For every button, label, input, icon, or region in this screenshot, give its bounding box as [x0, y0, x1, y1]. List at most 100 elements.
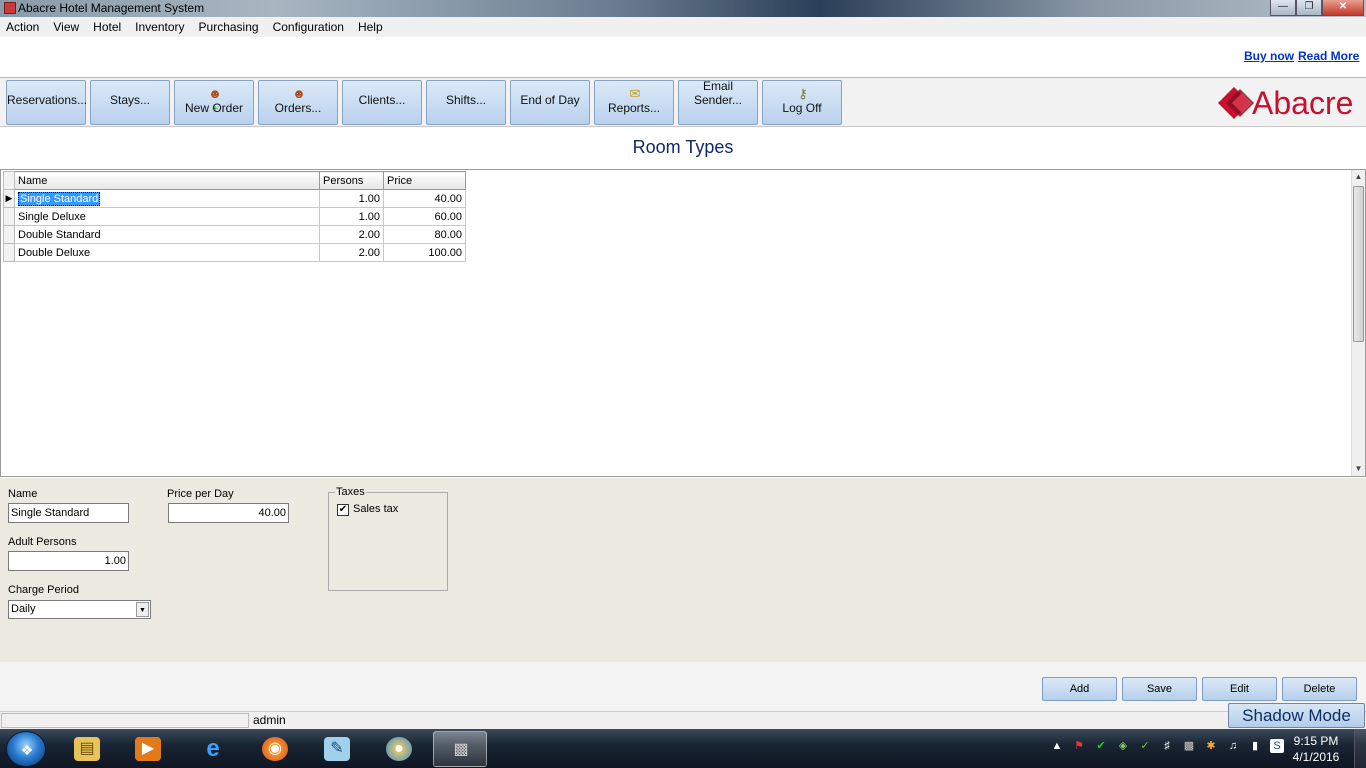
scroll-up-icon[interactable]: ▲: [1352, 170, 1365, 184]
minimize-button[interactable]: —: [1270, 0, 1296, 16]
start-button[interactable]: ❖: [6, 731, 46, 767]
window-controls: — ❐ ✕: [1270, 0, 1364, 16]
person-add-icon: ☻+: [208, 86, 222, 116]
cell-price[interactable]: 40.00: [383, 189, 466, 208]
security-check-icon[interactable]: ✔: [1094, 739, 1108, 753]
edit-button[interactable]: Edit: [1202, 677, 1277, 701]
delete-button[interactable]: Delete: [1282, 677, 1357, 701]
log-off-button[interactable]: ⚷ Log Off: [762, 80, 842, 125]
menu-purchasing[interactable]: Purchasing: [199, 20, 259, 34]
file-explorer-icon[interactable]: ▤: [60, 731, 114, 767]
close-button[interactable]: ✕: [1322, 0, 1364, 16]
skype-icon[interactable]: S: [1270, 739, 1284, 753]
taxes-group: Taxes ✔ Sales tax: [328, 486, 448, 591]
action-center-icon[interactable]: ⚑: [1072, 739, 1086, 753]
menu-hotel[interactable]: Hotel: [93, 20, 121, 34]
menu-view[interactable]: View: [53, 20, 79, 34]
stays-label: Stays...: [109, 93, 150, 107]
globe-icon[interactable]: ●: [372, 731, 426, 767]
new-order-button[interactable]: ☻+ New Order: [174, 80, 254, 125]
key-icon: ⚷: [798, 86, 808, 101]
table-row[interactable]: Single Deluxe 1.00 60.00: [3, 207, 466, 226]
table-row[interactable]: ▶ Single Standard 1.00 40.00: [3, 189, 466, 208]
add-button[interactable]: Add: [1042, 677, 1117, 701]
reservations-button[interactable]: Reservations...: [6, 80, 87, 125]
media-player-icon[interactable]: ▶: [121, 731, 175, 767]
cell-persons[interactable]: 1.00: [319, 189, 384, 208]
cell-name[interactable]: Double Deluxe: [14, 243, 320, 262]
shifts-label: Shifts...: [445, 93, 486, 107]
maximize-button[interactable]: ❐: [1296, 0, 1322, 16]
row-header[interactable]: [3, 225, 15, 244]
menu-inventory[interactable]: Inventory: [135, 20, 184, 34]
room-type-editor: Name Single Standard Price per Day 40.00…: [0, 478, 1366, 662]
internet-explorer-icon[interactable]: e: [186, 731, 240, 767]
clients-button[interactable]: Clients...: [342, 80, 422, 125]
shadow-mode-button[interactable]: Shadow Mode: [1228, 703, 1365, 728]
end-of-day-button[interactable]: End of Day: [510, 80, 590, 125]
cell-price[interactable]: 100.00: [383, 243, 466, 262]
window-title-bar[interactable]: Abacre Hotel Management System — ❐ ✕: [0, 0, 1366, 17]
name-field[interactable]: Single Standard: [8, 503, 129, 523]
show-hidden-icons-icon[interactable]: ▲: [1050, 739, 1064, 753]
window-title: Abacre Hotel Management System: [18, 1, 205, 15]
new-order-label: New Order: [184, 101, 243, 115]
chevron-down-icon[interactable]: ▼: [136, 602, 149, 617]
bluetooth-icon[interactable]: ♯: [1160, 739, 1174, 753]
system-tray: ▲ ⚑ ✔ ◈ ✓ ♯ ▩ ✱ ♫ ▮ S: [1050, 739, 1284, 753]
save-button[interactable]: Save: [1122, 677, 1197, 701]
row-header[interactable]: [3, 207, 15, 226]
sales-tax-label[interactable]: Sales tax: [353, 503, 398, 515]
orders-button[interactable]: ☻ Orders...: [258, 80, 338, 125]
cell-name[interactable]: Single Standard: [14, 189, 320, 208]
column-header-name[interactable]: Name: [14, 171, 320, 190]
menu-action[interactable]: Action: [6, 20, 39, 34]
network-icon[interactable]: ▮: [1248, 739, 1262, 753]
reports-label: Reports...: [607, 101, 661, 115]
cell-price[interactable]: 80.00: [383, 225, 466, 244]
column-header-persons[interactable]: Persons: [319, 171, 384, 190]
reports-button[interactable]: ✉ Reports...: [594, 80, 674, 125]
room-types-grid[interactable]: Name Persons Price ▶ Single Standard 1.0…: [0, 169, 1366, 477]
show-desktop-button[interactable]: [1354, 729, 1366, 768]
menu-help[interactable]: Help: [358, 20, 383, 34]
cell-persons[interactable]: 2.00: [319, 243, 384, 262]
app-icon: [4, 2, 16, 14]
menu-configuration[interactable]: Configuration: [273, 20, 344, 34]
charge-period-value: Daily: [11, 603, 36, 615]
taskbar-clock[interactable]: 9:15 PM 4/1/2016: [1286, 733, 1346, 765]
cell-persons[interactable]: 1.00: [319, 207, 384, 226]
charge-period-select[interactable]: Daily ▼: [8, 600, 151, 619]
cell-name[interactable]: Double Standard: [14, 225, 320, 244]
table-row[interactable]: Double Deluxe 2.00 100.00: [3, 243, 466, 262]
adult-persons-field[interactable]: 1.00: [8, 551, 129, 571]
orders-label: Orders...: [274, 101, 322, 115]
column-header-price[interactable]: Price: [383, 171, 466, 190]
grid-vertical-scrollbar[interactable]: ▲ ▼: [1351, 170, 1365, 476]
buy-now-link[interactable]: Buy now: [1244, 49, 1294, 63]
cell-persons[interactable]: 2.00: [319, 225, 384, 244]
read-more-link[interactable]: Read More: [1298, 49, 1359, 63]
firefox-icon[interactable]: ◉: [248, 731, 302, 767]
current-row-indicator-icon: ▶: [3, 189, 15, 208]
volume-icon[interactable]: ♫: [1226, 739, 1240, 753]
network-sync-icon[interactable]: ◈: [1116, 739, 1130, 753]
cell-name[interactable]: Single Deluxe: [14, 207, 320, 226]
email-sender-button[interactable]: Email Sender...: [678, 79, 758, 125]
plugin-icon[interactable]: ✱: [1204, 739, 1218, 753]
sales-tax-checkbox[interactable]: ✔: [337, 504, 349, 516]
table-row[interactable]: Double Standard 2.00 80.00: [3, 225, 466, 244]
scrollbar-thumb[interactable]: [1353, 186, 1364, 342]
download-check-icon[interactable]: ✓: [1138, 739, 1152, 753]
clients-label: Clients...: [358, 93, 406, 107]
price-per-day-field[interactable]: 40.00: [168, 503, 289, 523]
logo-text: Abacre: [1252, 85, 1353, 121]
hotel-app-icon[interactable]: ▩: [433, 731, 487, 767]
device-icon[interactable]: ▩: [1182, 739, 1196, 753]
row-header[interactable]: [3, 243, 15, 262]
notepad-icon[interactable]: ✎: [310, 731, 364, 767]
shifts-button[interactable]: Shifts...: [426, 80, 506, 125]
stays-button[interactable]: Stays...: [90, 80, 170, 125]
cell-price[interactable]: 60.00: [383, 207, 466, 226]
scroll-down-icon[interactable]: ▼: [1352, 462, 1365, 476]
